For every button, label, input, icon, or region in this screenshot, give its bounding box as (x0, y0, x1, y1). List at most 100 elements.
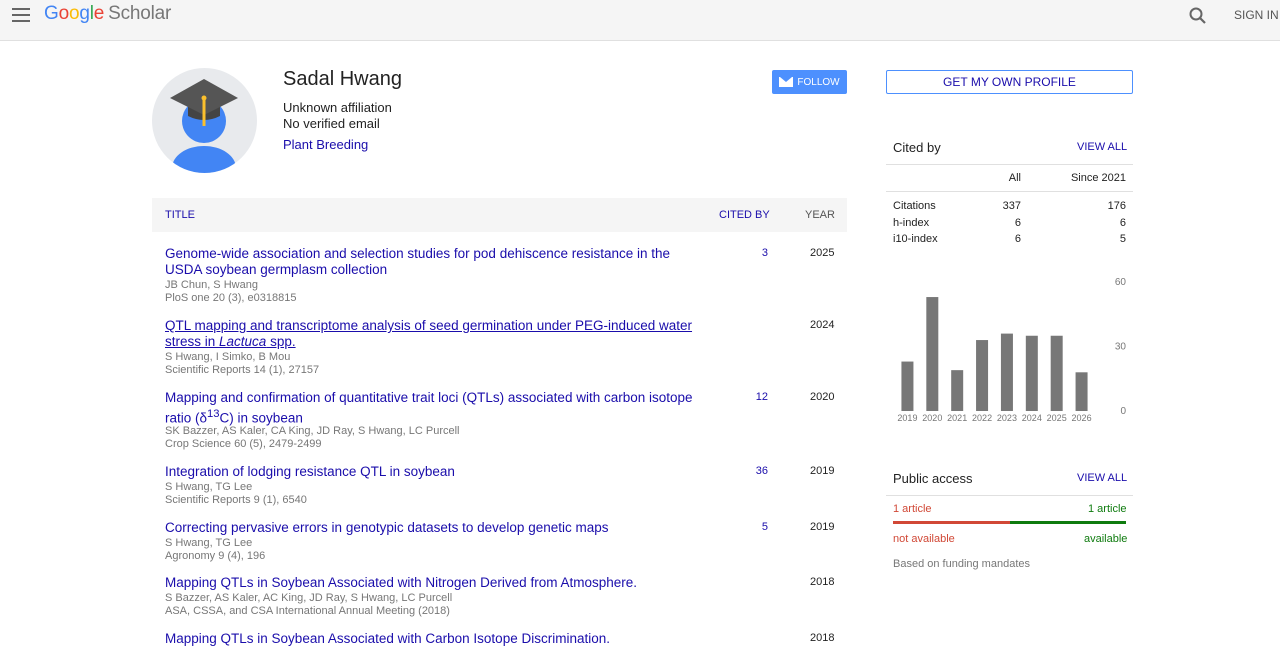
available-count[interactable]: 1 article (1088, 503, 1127, 515)
public-access-title: Public access (893, 471, 973, 486)
table-header: TITLE CITED BY YEAR (152, 198, 847, 232)
article-year: 2020 (810, 391, 835, 403)
top-bar: Google Scholar SIGN IN (0, 0, 1280, 41)
hamburger-menu-icon[interactable] (12, 8, 30, 22)
article-title-link[interactable]: Integration of lodging resistance QTL in… (165, 464, 710, 480)
chart-bar-2020[interactable] (926, 297, 939, 411)
chart-bar-2023[interactable] (1000, 333, 1013, 411)
google-scholar-logo[interactable]: Google Scholar (44, 3, 171, 25)
article-year: 2025 (810, 247, 835, 259)
divider (886, 164, 1133, 165)
article-venue: Crop Science 60 (5), 2479-2499 (165, 438, 322, 450)
cited-by-count[interactable]: 12 (732, 391, 768, 403)
article-title-link[interactable]: Mapping QTLs in Soybean Associated with … (165, 575, 710, 591)
article-year: 2019 (810, 521, 835, 533)
article-authors: S Bazzer, AS Kaler, AC King, JD Ray, S H… (165, 592, 453, 604)
article-venue: PloS one 20 (3), e0318815 (165, 292, 297, 304)
logo-letter-4: g (79, 3, 90, 24)
article-venue: Agronomy 9 (4), 196 (165, 550, 266, 562)
article-title-link[interactable]: Mapping and confirmation of quantitative… (165, 390, 710, 427)
article-venue: Scientific Reports 14 (1), 27157 (165, 364, 320, 376)
year-column-header[interactable]: YEAR (805, 209, 835, 221)
profile-email: No verified email (283, 116, 380, 131)
chart-x-tick-label: 2022 (972, 413, 992, 423)
chart-bar-2019[interactable] (901, 361, 914, 411)
logo-letter-1: G (44, 3, 59, 24)
chart-x-tick-label: 2024 (1022, 413, 1042, 423)
profile-name: Sadal Hwang (283, 68, 402, 90)
avatar (152, 68, 257, 173)
chart-y-tick-label: 30 (1115, 342, 1127, 353)
article-venue: Scientific Reports 9 (1), 6540 (165, 494, 307, 506)
since-column-header: Since 2021 (1070, 172, 1126, 184)
divider (886, 495, 1133, 496)
cited-by-view-all-link[interactable]: VIEW ALL (1077, 141, 1127, 153)
metric-since-value: 6 (1119, 217, 1126, 229)
chart-x-tick-label: 2020 (922, 413, 942, 423)
not-available-label: not available (893, 533, 955, 545)
metrics-header-row: All Since 2021 (893, 172, 1126, 186)
chart-x-tick-label: 2023 (997, 413, 1017, 423)
get-my-own-profile-button[interactable]: GET MY OWN PROFILE (886, 70, 1133, 94)
title-text-end: C) in soybean (219, 410, 303, 426)
article-title-link[interactable]: QTL mapping and transcriptome analysis o… (165, 318, 710, 350)
logo-product-name: Scholar (108, 3, 172, 24)
chart-bar-2021[interactable] (951, 370, 964, 411)
cited-by-count[interactable]: 3 (732, 247, 768, 259)
chart-y-tick-label: 60 (1115, 277, 1127, 288)
metric-all-value: 337 (1002, 200, 1021, 212)
metrics-row: h-index 6 6 (893, 217, 1126, 231)
metric-label: h-index (893, 217, 930, 229)
interest-link[interactable]: Plant Breeding (283, 137, 368, 152)
logo-letter-2: o (58, 3, 70, 24)
search-icon[interactable] (1188, 6, 1208, 26)
cited-by-count[interactable]: 36 (732, 465, 768, 477)
article-authors: S Hwang, TG Lee (165, 537, 253, 549)
chart-bar-2022[interactable] (976, 340, 989, 411)
citations-per-year-chart: 2019 2020 2021 2022 2023 2024 2025 2026 0 30 60 (897, 277, 1127, 423)
article-authors: S Hwang, I Simko, B Mou (165, 351, 291, 363)
metric-since-value: 176 (1107, 200, 1126, 212)
graduation-cap-avatar-icon (170, 79, 238, 173)
available-bar (1010, 521, 1126, 524)
metrics-row: Citations 337 176 (893, 200, 1126, 214)
chart-bar-2024[interactable] (1025, 335, 1038, 411)
metrics-row: i10-index 6 5 (893, 233, 1126, 247)
funding-mandates-note: Based on funding mandates (893, 558, 1030, 570)
not-available-count[interactable]: 1 article (893, 503, 932, 515)
logo-letter-3: o (68, 3, 80, 24)
follow-button[interactable]: FOLLOW (772, 70, 847, 94)
metric-since-value: 5 (1119, 233, 1126, 245)
article-title-link[interactable]: Correcting pervasive errors in genotypic… (165, 520, 710, 536)
metric-all-value: 6 (1014, 233, 1021, 245)
chart-bar-2026[interactable] (1075, 372, 1088, 411)
article-authors: S Hwang, TG Lee (165, 481, 253, 493)
follow-label: FOLLOW (797, 76, 840, 88)
chart-x-tick-label: 2021 (947, 413, 967, 423)
article-venue: ASA, CSSA, and CSA International Annual … (165, 605, 450, 617)
chart-y-tick-label: 0 (1120, 406, 1126, 417)
cited-by-column-header[interactable]: CITED BY (719, 209, 770, 221)
article-authors: SK Bazzer, AS Kaler, CA King, JD Ray, S … (165, 425, 460, 437)
article-year: 2018 (810, 576, 835, 588)
title-italic-text: Lactuca (219, 334, 267, 349)
chart-x-tick-label: 2026 (1072, 413, 1092, 423)
public-access-view-all-link[interactable]: VIEW ALL (1077, 472, 1127, 484)
chart-x-tick-label: 2019 (897, 413, 917, 423)
metric-label: Citations (893, 200, 936, 212)
article-year: 2018 (810, 632, 835, 644)
article-year: 2019 (810, 465, 835, 477)
chart-x-tick-label: 2025 (1047, 413, 1067, 423)
sign-in-link[interactable]: SIGN IN (1234, 8, 1279, 22)
article-title-link[interactable]: Mapping QTLs in Soybean Associated with … (165, 631, 710, 647)
title-superscript: 13 (207, 408, 220, 420)
title-text-end: spp. (266, 334, 296, 349)
chart-bar-2025[interactable] (1050, 335, 1063, 411)
not-available-bar (893, 521, 1010, 524)
metric-label: i10-index (893, 233, 938, 245)
cited-by-count[interactable]: 5 (732, 521, 768, 533)
title-column-header[interactable]: TITLE (165, 209, 195, 221)
profile-affiliation: Unknown affiliation (283, 100, 392, 115)
logo-letter-6: e (93, 3, 105, 24)
article-title-link[interactable]: Genome-wide association and selection st… (165, 246, 710, 278)
